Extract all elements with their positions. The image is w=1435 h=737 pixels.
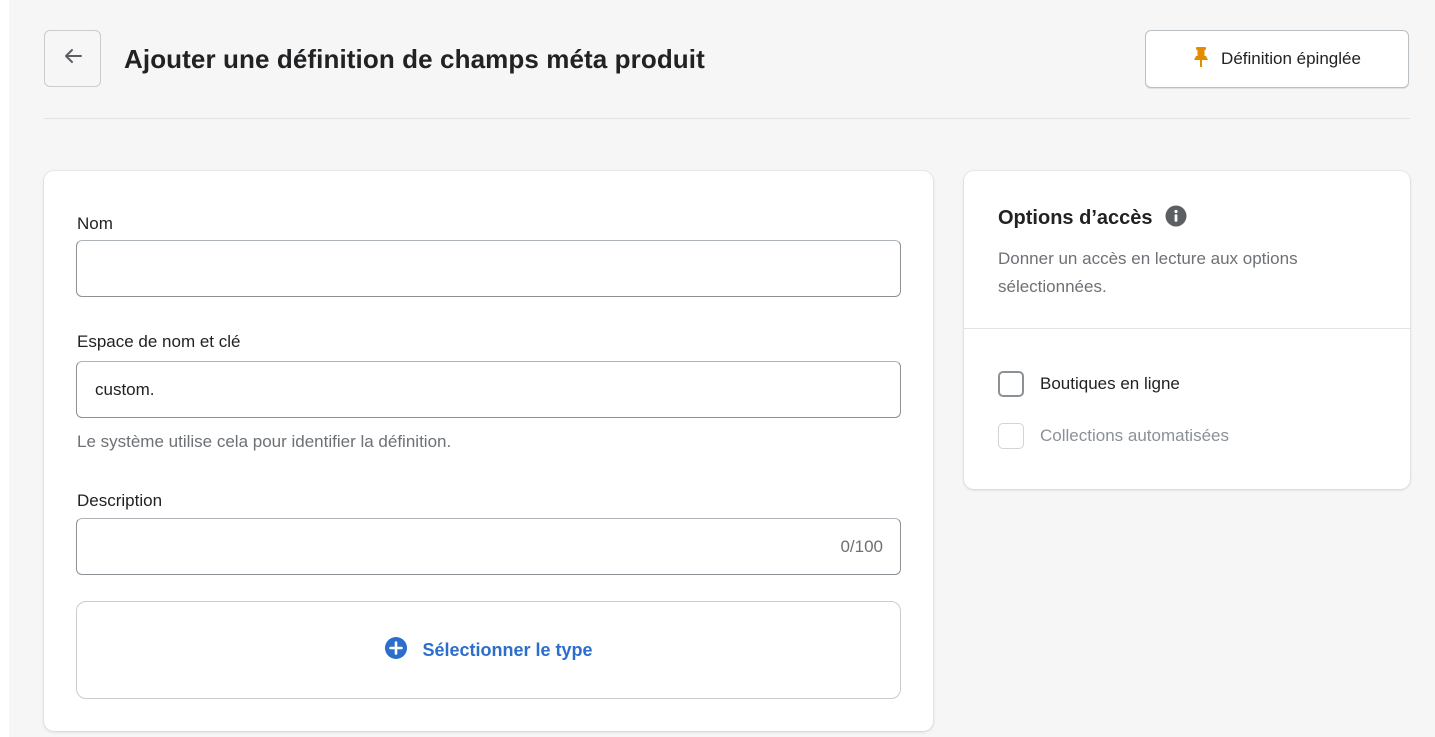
plus-circle-icon [384,636,408,665]
access-options-title: Options d’accès [998,207,1153,229]
name-input[interactable] [76,240,901,297]
info-icon[interactable] [1165,205,1187,232]
pin-icon [1193,46,1209,73]
select-type-label: Sélectionner le type [422,639,593,660]
select-type-button[interactable]: Sélectionner le type [76,601,901,699]
header-divider [44,118,1410,119]
online-stores-checkbox[interactable] [998,371,1024,397]
back-button[interactable] [44,30,101,87]
namespace-input[interactable] [76,361,901,418]
description-label: Description [77,491,163,510]
access-options-heading: Options d’accès [998,205,1187,232]
online-stores-label: Boutiques en ligne [1040,374,1180,393]
left-edge [0,0,9,737]
option-online-stores[interactable]: Boutiques en ligne [998,371,1180,397]
option-automated-collections: Collections automatisées [998,423,1229,449]
page-header: Ajouter une définition de champs méta pr… [44,30,1410,88]
name-label: Nom [77,214,113,233]
pinned-definition-label: Définition épinglée [1221,49,1361,68]
definition-form-card: Nom Espace de nom et clé Le système util… [44,171,933,731]
access-options-divider [964,328,1410,329]
namespace-help-text: Le système utilise cela pour identifier … [77,432,452,451]
pinned-definition-button[interactable]: Définition épinglée [1145,30,1409,88]
page: Ajouter une définition de champs méta pr… [44,0,1410,737]
automated-collections-checkbox [998,423,1024,449]
access-options-card: Options d’accès Donner un accès en lectu… [964,171,1410,489]
automated-collections-label: Collections automatisées [1040,426,1229,445]
arrow-left-icon [64,48,82,69]
description-counter: 0/100 [840,537,883,556]
access-options-description: Donner un accès en lecture aux options s… [998,249,1298,296]
namespace-label: Espace de nom et clé [77,332,241,351]
page-title: Ajouter une définition de champs méta pr… [124,44,705,74]
description-input[interactable] [76,518,901,575]
